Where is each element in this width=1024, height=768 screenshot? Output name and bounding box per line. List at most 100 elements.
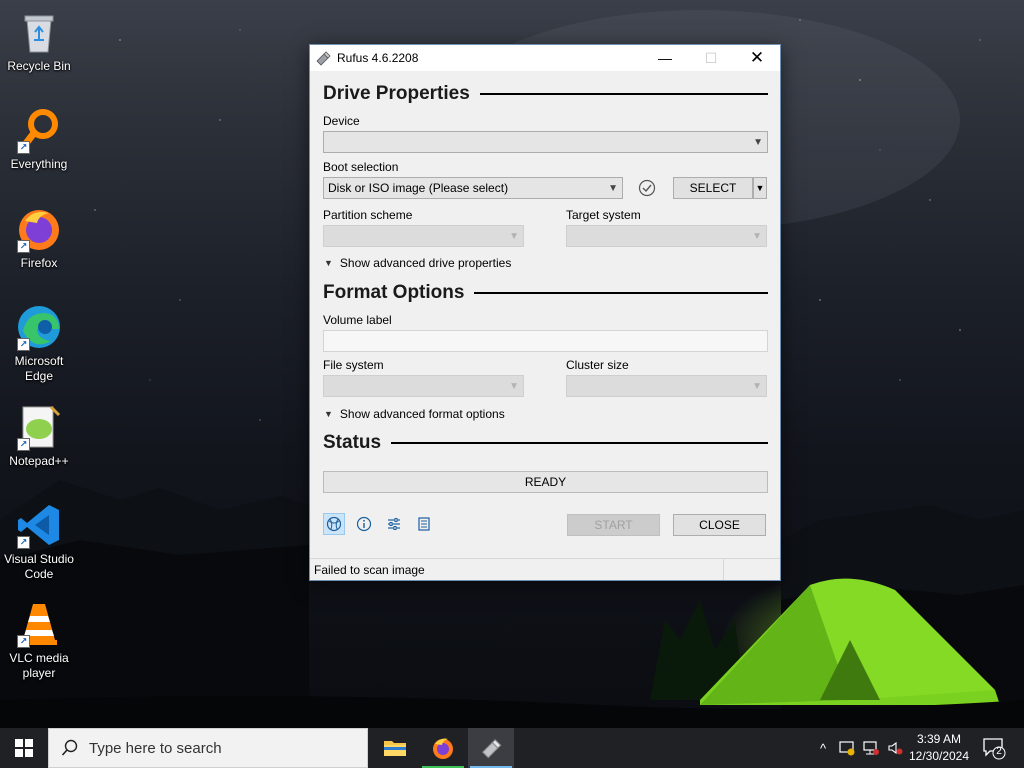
target-system-dropdown: ▼ [566,225,767,247]
minimize-button[interactable]: — [642,45,688,71]
status-heading: Status [323,432,768,454]
network-disconnected-icon [863,741,879,755]
device-label: Device [323,114,360,128]
speaker-muted-icon [888,741,903,755]
info-icon [356,516,372,532]
status-text: READY [524,475,567,489]
boot-selection-label: Boot selection [323,160,399,174]
window-title: Rufus 4.6.2208 [337,51,419,65]
desktop-icon-label: Microsoft Edge [14,354,64,383]
checksum-icon[interactable] [638,179,656,197]
device-dropdown[interactable]: ▼ [323,131,768,153]
taskbar-rufus[interactable] [468,728,514,768]
tray-security[interactable] [837,738,857,758]
volume-label-input[interactable] [323,330,768,352]
log-list-icon [418,517,430,531]
sliders-icon [388,518,400,530]
notification-center-button[interactable]: 2 [982,736,1006,760]
shortcut-arrow-icon: ↗ [17,635,30,648]
status-line: Failed to scan image [310,558,780,580]
settings-button[interactable] [383,513,405,535]
select-button[interactable]: SELECT [673,177,753,199]
chevron-down-icon: ▼ [509,381,519,392]
chevron-down-icon: ▼ [324,258,333,268]
shortcut-arrow-icon: ↗ [17,438,30,451]
desktop-icon-recycle-bin[interactable]: Recycle Bin [2,8,76,74]
tray-volume[interactable] [885,738,905,758]
select-split-dropdown[interactable]: ▼ [753,177,767,199]
close-button[interactable]: CLOSE [673,514,766,536]
shortcut-arrow-icon: ↗ [17,338,30,351]
notepadpp-icon: ↗ [15,403,63,451]
cluster-size-label: Cluster size [566,358,629,372]
shortcut-arrow-icon: ↗ [17,240,30,253]
tray-overflow-chevron[interactable]: ^ [813,738,833,758]
close-window-button[interactable]: ✕ [734,45,780,71]
folder-icon [384,741,406,756]
desktop-icon-notepadpp[interactable]: ↗ Notepad++ [2,403,76,469]
desktop-icon-label: Visual Studio Code [4,552,74,581]
language-button[interactable] [323,513,345,535]
desktop-icon-label: VLC media player [9,651,69,680]
taskbar: Type here to search ^ 3:39 AM 12/30/2024… [0,728,1024,768]
desktop-icon-label: Notepad++ [9,454,69,468]
rufus-window: Rufus 4.6.2208 — ☐ ✕ Drive Properties De… [309,44,781,581]
file-system-dropdown: ▼ [323,375,524,397]
chevron-down-icon: ▼ [509,231,519,242]
firefox-icon: ↗ [15,205,63,253]
everything-search-icon: ↗ [15,106,63,154]
boot-selection-value: Disk or ISO image (Please select) [328,181,509,195]
format-options-heading: Format Options [323,282,768,304]
section-title: Status [323,432,382,453]
maximize-icon: ☐ [704,49,718,66]
desktop-icon-label: Recycle Bin [7,59,71,73]
file-system-label: File system [323,358,384,372]
start-button-label: START [594,518,633,532]
notification-count: 2 [996,746,1002,757]
taskbar-firefox[interactable] [420,728,466,768]
status-message: Failed to scan image [314,563,425,577]
shortcut-arrow-icon: ↗ [17,536,30,549]
chevron-down-icon: ▼ [755,183,765,193]
desktop-icon-vlc[interactable]: ↗ VLC media player [2,600,76,681]
search-placeholder: Type here to search [89,739,222,757]
chevron-down-icon: ▼ [752,231,762,242]
advanced-format-toggle[interactable]: ▼ Show advanced format options [324,407,505,421]
desktop-icon-label: Firefox [20,256,58,270]
chevron-down-icon: ▼ [752,381,762,392]
close-icon: ✕ [749,48,765,67]
minimize-icon: — [658,50,672,66]
shortcut-arrow-icon: ↗ [17,141,30,154]
firefox-icon [433,738,453,759]
taskbar-file-explorer[interactable] [372,728,418,768]
log-button[interactable] [413,513,435,535]
section-divider [474,292,768,294]
volume-label-label: Volume label [323,313,392,327]
chevron-down-icon: ▼ [324,409,333,419]
vscode-icon: ↗ [15,501,63,549]
advanced-drive-toggle[interactable]: ▼ Show advanced drive properties [324,256,511,270]
cluster-size-dropdown: ▼ [566,375,767,397]
desktop-icon-label: Everything [10,157,68,171]
desktop-icon-firefox[interactable]: ↗ Firefox [2,205,76,271]
tray-network[interactable] [861,738,881,758]
desktop-icon-everything[interactable]: ↗ Everything [2,106,76,172]
about-button[interactable] [353,513,375,535]
window-titlebar[interactable]: Rufus 4.6.2208 — ☐ ✕ [310,45,780,71]
maximize-button: ☐ [688,45,734,71]
desktop-icon-edge[interactable]: ↗ Microsoft Edge [2,303,76,384]
partition-scheme-dropdown: ▼ [323,225,524,247]
desktop-icon-vscode[interactable]: ↗ Visual Studio Code [2,501,76,582]
status-progress-bar: READY [323,471,768,493]
usb-drive-icon [481,738,502,759]
start-button-windows[interactable] [0,728,48,768]
vlc-icon: ↗ [15,600,63,648]
search-icon [61,739,78,756]
recycle-bin-icon [15,8,63,56]
drive-properties-heading: Drive Properties [323,83,768,105]
usb-drive-icon [315,50,331,66]
edge-icon: ↗ [15,303,63,351]
boot-selection-dropdown[interactable]: Disk or ISO image (Please select) ▼ [323,177,623,199]
taskbar-search-box[interactable]: Type here to search [48,728,368,768]
taskbar-clock[interactable]: 3:39 AM 12/30/2024 [905,731,973,765]
